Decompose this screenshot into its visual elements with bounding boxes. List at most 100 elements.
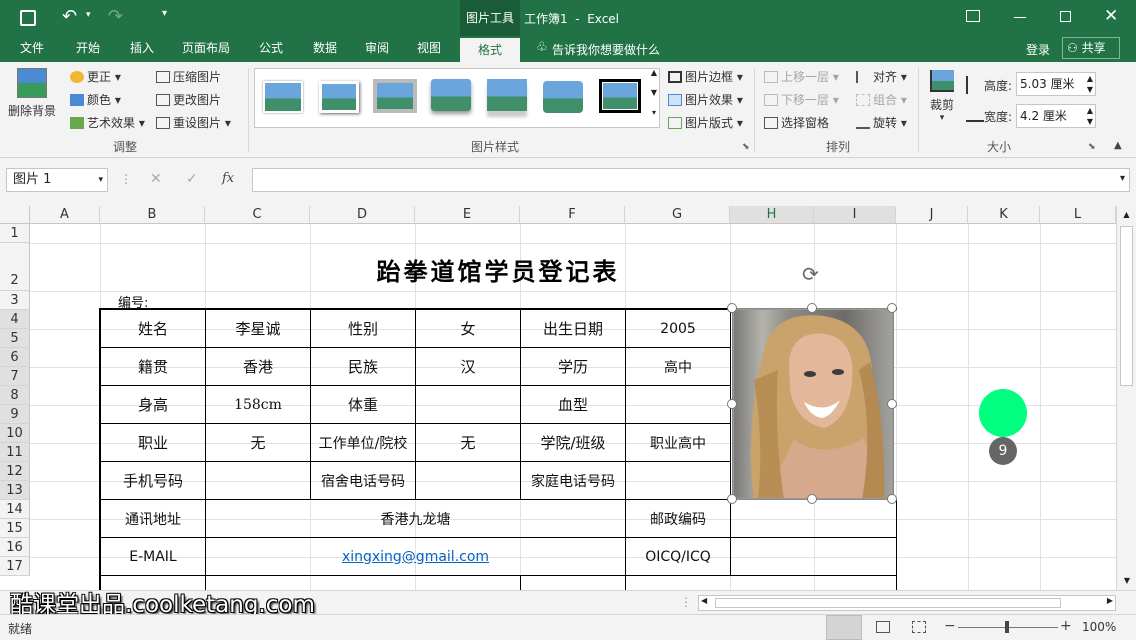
width-spinner[interactable]: ▲ ▼ bbox=[1087, 105, 1093, 127]
share-button[interactable]: ⚇ 共享 bbox=[1062, 37, 1120, 59]
expand-formula-icon[interactable]: ▾ bbox=[1120, 173, 1125, 184]
scroll-down-arrow[interactable]: ▼ bbox=[1117, 572, 1136, 590]
table-cell[interactable]: 性别 bbox=[311, 310, 416, 348]
send-backward-button[interactable]: 下移一层 ▾ bbox=[764, 91, 839, 108]
bring-forward-button[interactable]: 上移一层 ▾ bbox=[764, 68, 839, 85]
table-cell[interactable]: 体重 bbox=[311, 386, 416, 424]
tab-view[interactable]: 视图 bbox=[406, 36, 452, 62]
select-all-corner[interactable] bbox=[0, 206, 30, 224]
row-header[interactable]: 3 bbox=[0, 291, 30, 310]
email-link[interactable]: xingxing@gmail.com bbox=[342, 549, 489, 565]
table-cell[interactable]: 身高 bbox=[101, 386, 206, 424]
row-header[interactable]: 4 bbox=[0, 310, 30, 329]
row-header[interactable]: 2 bbox=[0, 243, 30, 291]
page-layout-view-icon[interactable] bbox=[876, 621, 890, 633]
table-cell[interactable]: 职业 bbox=[101, 424, 206, 462]
table-cell[interactable]: 高中 bbox=[626, 348, 731, 386]
tell-me-input[interactable]: 告诉我你想要做什么 bbox=[552, 41, 660, 58]
table-cell[interactable]: 汉 bbox=[416, 348, 521, 386]
table-cell[interactable]: 家庭电话号码 bbox=[521, 462, 626, 500]
column-header[interactable]: E bbox=[415, 206, 520, 224]
table-cell[interactable]: 工作单位/院校 bbox=[311, 424, 416, 462]
resize-handle[interactable] bbox=[887, 399, 897, 409]
resize-handle[interactable] bbox=[807, 303, 817, 313]
reset-picture-button[interactable]: 重设图片 ▾ bbox=[156, 114, 231, 131]
table-cell[interactable]: 学历 bbox=[521, 348, 626, 386]
minimize-icon[interactable] bbox=[1014, 17, 1026, 18]
tab-formulas[interactable]: 公式 bbox=[248, 36, 294, 62]
crop-button[interactable]: 裁剪 ▾ bbox=[926, 70, 958, 123]
style-thumb[interactable] bbox=[543, 81, 583, 113]
column-header[interactable]: I bbox=[814, 206, 896, 224]
tab-page-layout[interactable]: 页面布局 bbox=[176, 36, 236, 62]
picture-layout-button[interactable]: 图片版式 ▾ bbox=[668, 114, 743, 131]
page-break-view-icon[interactable] bbox=[912, 621, 926, 633]
row-header[interactable]: 1 bbox=[0, 224, 30, 243]
scroll-up-arrow[interactable]: ▲ bbox=[1117, 206, 1136, 224]
insert-function-icon[interactable]: fx bbox=[222, 171, 234, 186]
picture-border-button[interactable]: 图片边框 ▾ bbox=[668, 68, 743, 85]
remove-background-button[interactable]: 删除背景 bbox=[6, 68, 58, 119]
enter-icon[interactable]: ✓ bbox=[186, 171, 198, 187]
table-cell[interactable]: 民族 bbox=[311, 348, 416, 386]
gallery-scroll-up[interactable]: ▲ bbox=[648, 68, 660, 88]
table-cell[interactable] bbox=[521, 576, 626, 590]
row-header[interactable]: 15 bbox=[0, 519, 30, 538]
row-header[interactable]: 16 bbox=[0, 538, 30, 557]
selection-pane-button[interactable]: 选择窗格 bbox=[764, 114, 829, 131]
horizontal-scrollbar[interactable]: ◀ ▶ bbox=[698, 595, 1116, 611]
table-cell[interactable] bbox=[626, 386, 731, 424]
zoom-in-button[interactable]: + bbox=[1060, 618, 1072, 634]
cancel-icon[interactable]: ✕ bbox=[150, 171, 162, 187]
name-box-dropdown-icon[interactable]: ▾ bbox=[98, 169, 103, 191]
gallery-scroll-down[interactable]: ▼ bbox=[648, 88, 660, 108]
column-header[interactable]: J bbox=[896, 206, 968, 224]
h-scroll-thumb[interactable] bbox=[715, 598, 1061, 608]
style-thumb[interactable] bbox=[487, 79, 527, 111]
column-header[interactable]: K bbox=[968, 206, 1040, 224]
column-header[interactable]: A bbox=[30, 206, 100, 224]
ribbon-display-options-icon[interactable] bbox=[966, 10, 980, 22]
collapse-ribbon-icon[interactable]: ▲ bbox=[1114, 140, 1122, 151]
table-cell[interactable]: 香港九龙塘 bbox=[206, 500, 626, 538]
width-input[interactable]: 4.2 厘米 ▲ ▼ bbox=[1016, 104, 1096, 128]
formula-input[interactable]: ▾ bbox=[252, 168, 1130, 192]
table-cell[interactable]: 无 bbox=[416, 424, 521, 462]
resize-handle[interactable] bbox=[727, 494, 737, 504]
table-cell[interactable]: 158cm bbox=[206, 386, 311, 424]
close-icon[interactable]: ✕ bbox=[1104, 6, 1118, 26]
zoom-level[interactable]: 100% bbox=[1082, 620, 1116, 634]
rotate-handle-icon[interactable]: ⟳ bbox=[802, 262, 819, 286]
normal-view-icon[interactable] bbox=[826, 615, 862, 640]
table-cell[interactable] bbox=[731, 538, 897, 576]
undo-dropdown-icon[interactable]: ▾ bbox=[86, 10, 91, 20]
table-cell[interactable]: E-MAIL bbox=[101, 538, 206, 576]
table-cell[interactable]: OICQ/ICQ bbox=[626, 538, 731, 576]
table-cell[interactable]: 女 bbox=[416, 310, 521, 348]
scroll-thumb[interactable] bbox=[1120, 226, 1133, 386]
login-link[interactable]: 登录 bbox=[1026, 41, 1050, 58]
column-header[interactable]: H bbox=[730, 206, 814, 224]
zoom-out-button[interactable]: − bbox=[944, 618, 956, 634]
table-cell[interactable]: xingxing@gmail.com bbox=[206, 538, 626, 576]
row-header[interactable]: 13 bbox=[0, 481, 30, 500]
table-cell[interactable]: 无 bbox=[206, 424, 311, 462]
table-cell[interactable]: 出生日期 bbox=[521, 310, 626, 348]
tab-home[interactable]: 开始 bbox=[64, 36, 112, 62]
color-button[interactable]: 颜色 ▾ bbox=[70, 91, 121, 108]
zoom-slider-thumb[interactable] bbox=[1005, 621, 1009, 633]
tab-review[interactable]: 审阅 bbox=[354, 36, 400, 62]
resize-handle[interactable] bbox=[727, 303, 737, 313]
table-cell[interactable]: 宿舍电话号码 bbox=[311, 462, 416, 500]
column-header[interactable]: F bbox=[520, 206, 625, 224]
tab-file[interactable]: 文件 bbox=[8, 36, 56, 62]
table-cell[interactable]: 香港 bbox=[206, 348, 311, 386]
picture-effects-button[interactable]: 图片效果 ▾ bbox=[668, 91, 743, 108]
style-thumb[interactable] bbox=[319, 81, 359, 113]
resize-handle[interactable] bbox=[887, 303, 897, 313]
row-header[interactable]: 8 bbox=[0, 386, 30, 405]
resize-handle[interactable] bbox=[727, 399, 737, 409]
resize-handle[interactable] bbox=[887, 494, 897, 504]
maximize-icon[interactable] bbox=[1060, 11, 1071, 22]
column-header[interactable]: L bbox=[1040, 206, 1116, 224]
